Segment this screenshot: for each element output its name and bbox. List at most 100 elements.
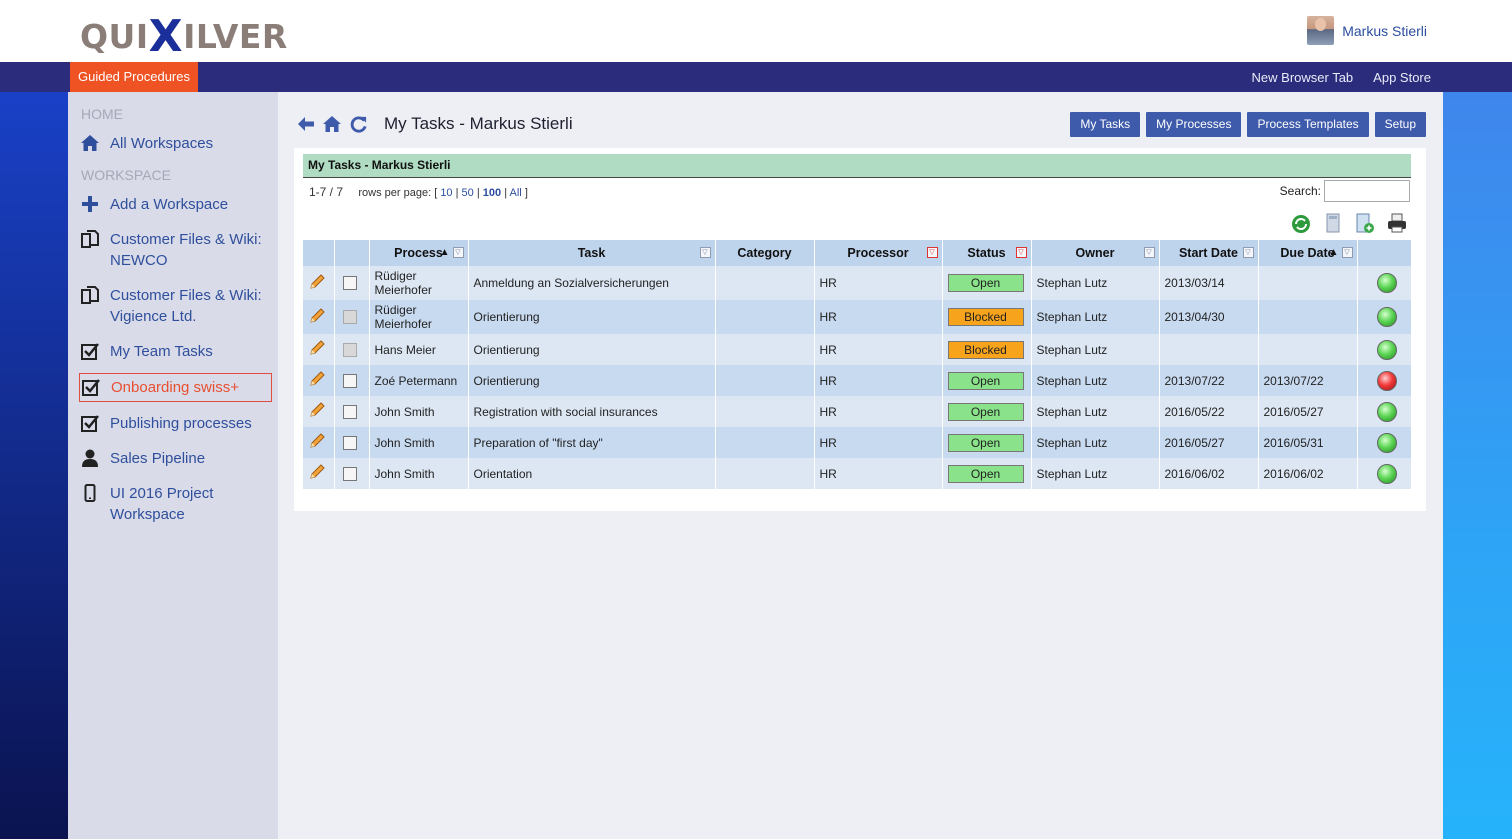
sidebar-item-add-workspace[interactable]: Add a Workspace [68,191,278,218]
document-icon[interactable] [1322,212,1344,234]
my-processes-button[interactable]: My Processes [1146,112,1242,137]
sidebar-item-customer-files-vigience[interactable]: Customer Files & Wiki: Vigience Ltd. [68,282,278,330]
process-cell[interactable]: Rüdiger Meierhofer [369,266,469,300]
pencil-icon[interactable] [308,273,326,291]
select-cell [334,427,370,458]
sidebar-item-customer-files-newco[interactable]: Customer Files & Wiki: NEWCO [68,226,278,274]
col-status[interactable]: Status ▽ [942,240,1032,266]
col-category[interactable]: Category [715,240,815,266]
rpp-option-100[interactable]: 100 [483,187,501,199]
col-process[interactable]: Process ▲ ▽ [369,240,469,266]
row-checkbox[interactable] [342,310,357,324]
table-row[interactable]: Rüdiger Meierhofer Orientierung HR Blocked S… [303,300,1412,334]
guided-procedures-tab[interactable]: Guided Procedures [70,62,198,92]
col-processor[interactable]: Processor ▽ [814,240,943,266]
table-row[interactable]: Rüdiger Meierhofer Anmeldung an Sozialver… [303,266,1412,300]
sidebar-item-ui-2016-project[interactable]: UI 2016 Project Workspace [68,480,278,528]
pencil-icon[interactable] [308,432,326,450]
pencil-icon[interactable] [308,463,326,481]
green-light-icon [1376,432,1397,453]
page-title: My Tasks - Markus Stierli [384,114,573,133]
search-input[interactable] [1324,180,1410,202]
process-cell[interactable]: Rüdiger Meierhofer [369,300,469,334]
refresh-icon[interactable] [348,112,368,136]
process-cell[interactable]: John Smith [369,396,469,427]
table-row[interactable]: John Smith Preparation of "first day" HR Op… [303,427,1412,458]
process-cell[interactable]: Hans Meier [369,334,469,365]
sidebar-item-publishing-processes[interactable]: Publishing processes [68,410,278,437]
select-cell [334,365,370,396]
task-cell[interactable]: Orientation [468,458,716,489]
sidebar-item-sales-pipeline[interactable]: Sales Pipeline [68,445,278,472]
pencil-icon[interactable] [308,307,326,325]
filter-icon[interactable]: ▽ [1143,247,1155,258]
app-store-link[interactable]: App Store [1373,70,1431,85]
table-header-row: Process ▲ ▽ Task ▽ Category Processor ▽ Stat… [303,240,1412,266]
avatar[interactable] [1307,16,1335,45]
process-cell[interactable]: John Smith [369,427,469,458]
row-checkbox[interactable] [342,373,357,388]
select-cell [334,300,370,334]
col-task[interactable]: Task ▽ [468,240,716,266]
pencil-icon[interactable] [308,339,326,357]
export-icon[interactable] [1354,212,1376,234]
col-owner[interactable]: Owner ▽ [1031,240,1160,266]
task-cell[interactable]: Orientierung [468,365,716,396]
col-due-date[interactable]: Due Date ▲ ▽ [1258,240,1358,266]
task-cell[interactable]: Registration with social insurances [468,396,716,427]
processor-cell: HR [814,334,943,365]
quixilver-logo[interactable]: QUIXILVER [80,8,288,62]
sidebar-item-all-workspaces[interactable]: All Workspaces [68,130,278,157]
rpp-option-all[interactable]: All [510,187,522,199]
process-templates-button[interactable]: Process Templates [1247,112,1369,137]
home-icon[interactable] [322,112,342,136]
user-menu[interactable]: Markus Stierli [1307,16,1427,45]
process-cell[interactable]: Zoé Petermann [369,365,469,396]
setup-button[interactable]: Setup [1374,112,1426,137]
task-cell[interactable]: Orientierung [468,334,716,365]
row-checkbox[interactable] [342,342,357,357]
table-row[interactable]: Hans Meier Orientierung HR Blocked Stephan L… [303,334,1412,365]
table-row[interactable]: Zoé Petermann Orientierung HR Open Stephan L… [303,365,1412,396]
checkbox-icon [80,341,100,361]
owner-cell: Stephan Lutz [1031,427,1160,458]
reload-icon[interactable] [1290,212,1312,234]
sort-asc-icon[interactable]: ▲ [440,247,450,258]
start-date-cell: 2013/04/30 [1159,300,1259,334]
user-icon [80,448,100,468]
sort-asc-icon[interactable]: ▲ [1329,247,1339,258]
col-start-date[interactable]: Start Date ▽ [1159,240,1259,266]
filter-icon[interactable]: ▽ [452,247,464,258]
start-date-cell: 2016/05/27 [1159,427,1259,458]
table-row[interactable]: John Smith Registration with social insur… [303,396,1412,427]
pencil-icon[interactable] [308,370,326,388]
row-checkbox[interactable] [342,404,357,419]
user-name[interactable]: Markus Stierli [1342,23,1427,39]
row-checkbox[interactable] [342,466,357,481]
process-cell[interactable]: John Smith [369,458,469,489]
col-edit [303,240,335,266]
sidebar-item-onboarding-swiss[interactable]: Onboarding swiss+ [79,373,272,402]
mobile-icon [80,483,100,503]
filter-icon[interactable]: ▽ [1242,247,1254,258]
my-tasks-button[interactable]: My Tasks [1070,112,1141,137]
pencil-icon[interactable] [308,401,326,419]
filter-active-icon[interactable]: ▽ [926,247,938,258]
rpp-option-10[interactable]: 10 [440,187,452,199]
table-row[interactable]: John Smith Orientation HR Open Stephan Lutz 2… [303,458,1412,489]
filter-icon[interactable]: ▽ [1341,247,1353,258]
row-checkbox[interactable] [342,435,357,450]
rpp-option-50[interactable]: 50 [462,187,474,199]
task-cell[interactable]: Orientierung [468,300,716,334]
filter-active-icon[interactable]: ▽ [1015,247,1027,258]
new-browser-tab-link[interactable]: New Browser Tab [1252,70,1354,85]
owner-cell: Stephan Lutz [1031,266,1160,300]
status-badge: Open [947,464,1024,483]
sidebar-item-my-team-tasks[interactable]: My Team Tasks [68,338,278,365]
filter-icon[interactable]: ▽ [699,247,711,258]
row-checkbox[interactable] [342,276,357,290]
print-icon[interactable] [1386,212,1408,234]
task-cell[interactable]: Preparation of "first day" [468,427,716,458]
back-arrow-icon[interactable] [296,112,316,136]
task-cell[interactable]: Anmeldung an Sozialversicherungen [468,266,716,300]
